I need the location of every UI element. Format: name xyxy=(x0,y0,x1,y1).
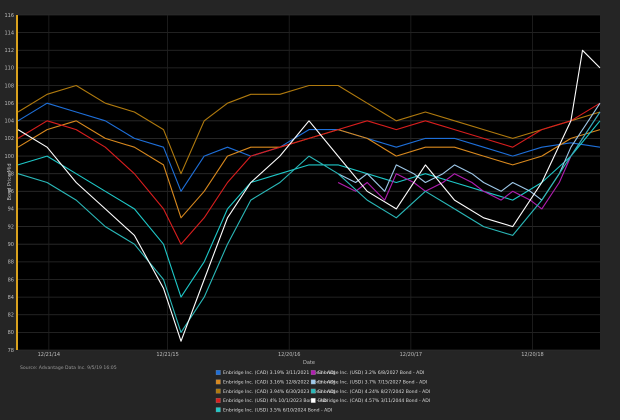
legend-swatch xyxy=(215,379,221,385)
y-tick-label: 104 xyxy=(4,119,14,125)
y-tick-label: 114 xyxy=(4,30,14,36)
x-tick-label: 12/21/14 xyxy=(38,352,60,358)
legend-label: Enbridge Inc. (USD) 3.5% 6/10/2024 Bond … xyxy=(223,407,332,413)
legend-item[interactable]: Enbridge Inc. (USD) 3.2% 6/8/2027 Bond -… xyxy=(310,370,424,376)
x-tick-label: 12/20/17 xyxy=(400,352,422,358)
legend-label: Enbridge Inc. (CAD) 4.24% 8/27/2042 Bond… xyxy=(318,389,430,395)
legend-label: Enbridge Inc. (CAD) 4.57% 3/11/2044 Bond… xyxy=(318,398,430,404)
x-axis-title: Date xyxy=(303,360,315,366)
y-tick-label: 80 xyxy=(8,330,14,336)
legend-swatch xyxy=(215,407,221,413)
y-tick-label: 112 xyxy=(4,48,14,54)
y-tick-label: 110 xyxy=(4,66,14,72)
y-tick-label: 102 xyxy=(4,136,14,142)
x-tick-label: 12/20/16 xyxy=(278,352,300,358)
x-tick-label: 12/20/18 xyxy=(521,352,543,358)
legend-label: Enbridge Inc. (USD) 3.7% 7/15/2027 Bond … xyxy=(318,380,427,386)
y-tick-label: 100 xyxy=(4,154,14,160)
y-tick-label: 116 xyxy=(4,13,14,19)
legend-swatch xyxy=(215,398,221,403)
legend-item[interactable]: Enbridge Inc. (USD) 3.7% 7/15/2027 Bond … xyxy=(310,379,427,386)
y-axis-title: Bond Price Mid xyxy=(7,163,13,200)
x-tick-label: 12/21/15 xyxy=(156,352,178,358)
legend-swatch xyxy=(310,398,316,403)
legend-item[interactable]: Enbridge Inc. (CAD) 4.24% 8/27/2042 Bond… xyxy=(310,388,430,395)
legend-swatch xyxy=(215,370,221,375)
legend-swatch xyxy=(310,379,316,385)
y-tick-label: 86 xyxy=(8,277,14,283)
legend-label: Enbridge Inc. (USD) 3.2% 6/8/2027 Bond -… xyxy=(318,370,424,376)
legend-item[interactable]: Enbridge Inc. (USD) 3.5% 6/10/2024 Bond … xyxy=(215,407,332,413)
y-tick-label: 106 xyxy=(4,101,14,107)
source-note: Source: Advantage Data Inc. 9/5/19 16:05 xyxy=(20,365,117,371)
y-tick-label: 94 xyxy=(8,207,14,213)
left-accent-bar xyxy=(16,15,18,350)
y-tick-label: 92 xyxy=(8,224,14,230)
legend-swatch xyxy=(215,388,221,394)
chart-container: 78 80 82 84 86 88 90 92 94 96 98 100 102 104 106 108 110… xyxy=(0,0,620,420)
y-tick-label: 78 xyxy=(8,348,14,354)
legend-item[interactable]: Enbridge Inc. (CAD) 4.57% 3/11/2044 Bond… xyxy=(310,398,430,404)
y-tick-label: 82 xyxy=(8,313,14,319)
y-tick-label: 84 xyxy=(8,295,14,301)
legend-swatch xyxy=(310,388,316,394)
legend-swatch xyxy=(310,370,316,375)
y-tick-label: 108 xyxy=(4,83,14,89)
y-tick-label: 88 xyxy=(8,260,14,266)
bond-price-chart: 7880828486889092949698100102104106108110… xyxy=(0,0,620,420)
y-tick-label: 90 xyxy=(8,242,14,248)
